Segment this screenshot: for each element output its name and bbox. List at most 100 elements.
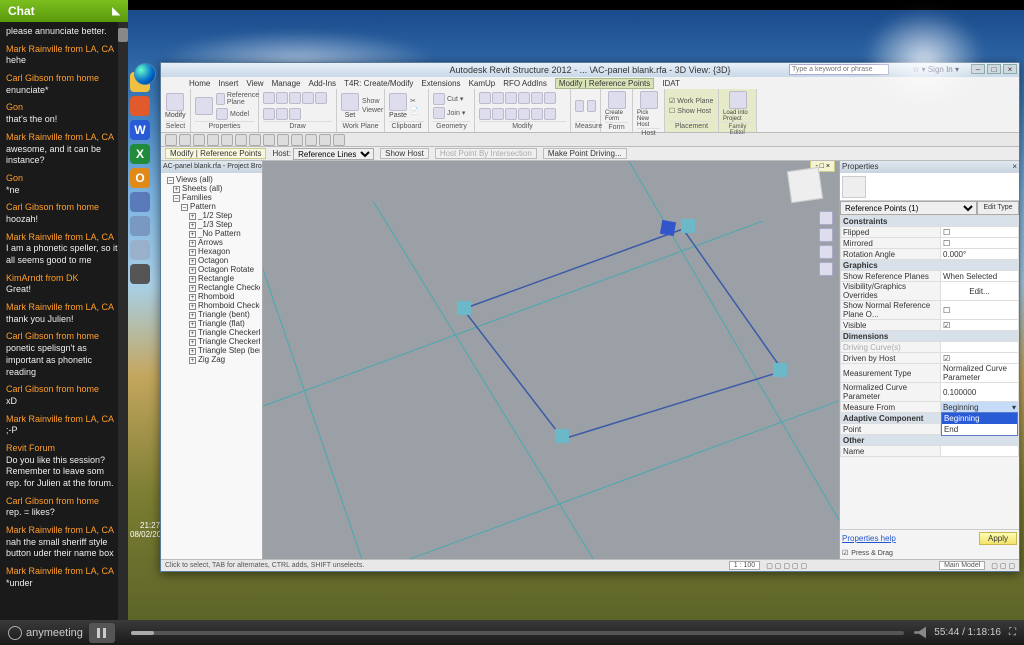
ref-plane-btn[interactable]: Reference Plane <box>216 92 262 106</box>
model-btn[interactable]: Model <box>216 108 262 120</box>
rot-angle-field[interactable]: 0.000° <box>940 249 1018 260</box>
infocenter-search[interactable] <box>789 64 889 75</box>
properties-close-icon[interactable]: × <box>1012 161 1017 173</box>
chat-collapse-icon[interactable]: ◣ <box>112 6 120 17</box>
type-selector[interactable]: Reference Points (1) <box>840 201 977 215</box>
browser-node[interactable]: +Sheets (all) <box>163 184 260 193</box>
showhost-chk[interactable]: ☐ Show Host <box>669 107 713 115</box>
nav-zoom-icon[interactable] <box>819 245 833 259</box>
ribbon-tab[interactable]: View <box>246 79 263 88</box>
browser-node[interactable]: +Triangle Step (bent) <box>163 346 260 355</box>
properties-button[interactable] <box>195 97 213 115</box>
seek-bar[interactable] <box>131 631 904 635</box>
volume-icon[interactable] <box>914 627 926 639</box>
host-select[interactable]: Reference Lines <box>293 148 374 160</box>
visible-check[interactable]: ☑ <box>940 320 1018 331</box>
set-btn[interactable]: Set <box>341 93 359 119</box>
drawing-canvas[interactable]: - □ × <box>263 161 839 559</box>
signin-link[interactable]: ☆ ▾ Sign In ▾ <box>912 63 959 77</box>
revit-titlebar[interactable]: Autodesk Revit Structure 2012 - ... \AC-… <box>161 63 1019 77</box>
draw-tool[interactable] <box>263 92 275 104</box>
ribbon-tab[interactable]: Extensions <box>421 79 460 88</box>
dock-revit-icon[interactable] <box>130 192 150 212</box>
vis-override-button[interactable]: Edit... <box>940 282 1018 301</box>
browser-node[interactable]: +_No Pattern <box>163 229 260 238</box>
measure-from-list[interactable]: Beginning End <box>941 412 1018 436</box>
dock-excel-icon[interactable]: X <box>130 144 150 164</box>
ribbon-tab[interactable]: Add-Ins <box>308 79 336 88</box>
meas-type-select[interactable]: Normalized Curve Parameter <box>940 364 1018 383</box>
browser-node[interactable]: +Arrows <box>163 238 260 247</box>
nav-pan-icon[interactable] <box>819 228 833 242</box>
load-into-project-btn[interactable]: Load into Project <box>723 91 752 122</box>
host-by-intersection-btn[interactable]: Host Point By Intersection <box>435 148 537 159</box>
qat-btn[interactable] <box>165 134 177 146</box>
ribbon-tab[interactable]: Modify | Reference Points <box>555 78 654 89</box>
ncp-field[interactable]: 0.100000 <box>940 383 1018 402</box>
properties-help-link[interactable]: Properties help <box>842 534 896 543</box>
maximize-button[interactable]: □ <box>987 64 1001 74</box>
mirrored-check[interactable]: ☐ <box>940 238 1018 249</box>
minimize-button[interactable]: – <box>971 64 985 74</box>
show-normal-check[interactable]: ☐ <box>940 301 1018 320</box>
modify-button[interactable]: Modify <box>165 93 186 119</box>
chat-scrollbar[interactable] <box>118 22 128 620</box>
close-button[interactable]: × <box>1003 64 1017 74</box>
measure-from-dropdown[interactable]: Beginning▾ Beginning End <box>940 402 1018 413</box>
browser-node[interactable]: +Rectangle <box>163 274 260 283</box>
browser-node[interactable]: +Octagon <box>163 256 260 265</box>
dock-word-icon[interactable]: W <box>130 120 150 140</box>
dock-firefox-icon[interactable] <box>130 96 150 116</box>
driven-check[interactable]: ☑ <box>940 353 1018 364</box>
browser-node[interactable]: +Rectangle Checkerboard <box>163 283 260 292</box>
browser-node[interactable]: +Zig Zag <box>163 355 260 364</box>
browser-node[interactable]: +Triangle Checkerboard (flat <box>163 337 260 346</box>
show-btn[interactable]: Show <box>362 98 383 105</box>
dock-app2-icon[interactable] <box>130 240 150 260</box>
show-host-btn[interactable]: Show Host <box>380 148 429 159</box>
ribbon-tab[interactable]: Insert <box>218 79 238 88</box>
make-point-driving-btn[interactable]: Make Point Driving... <box>543 148 627 159</box>
browser-node[interactable]: +Triangle (bent) <box>163 310 260 319</box>
fullscreen-icon[interactable]: ⛶ <box>1009 627 1016 638</box>
ribbon-tab[interactable]: Manage <box>272 79 301 88</box>
flipped-check[interactable]: ☐ <box>940 227 1018 238</box>
browser-node[interactable]: +Rhomboid <box>163 292 260 301</box>
browser-node[interactable]: –Pattern <box>163 202 260 211</box>
ribbon-tab[interactable]: KamUp <box>469 79 496 88</box>
create-form-btn[interactable]: Create Form <box>605 91 628 122</box>
browser-node[interactable]: –Views (all) <box>163 175 260 184</box>
browser-node[interactable]: +Triangle Checkerboard (bent <box>163 328 260 337</box>
scale-control[interactable]: 1 : 100 <box>729 561 760 570</box>
dock-outlook-icon[interactable]: O <box>130 168 150 188</box>
ribbon-tab[interactable]: RFO AddIns <box>503 79 547 88</box>
show-ref-select[interactable]: When Selected <box>940 271 1018 282</box>
browser-node[interactable]: +Octagon Rotate <box>163 265 260 274</box>
workplane-chk[interactable]: ☑ Work Plane <box>669 97 713 105</box>
cut-geom[interactable]: Cut ▾ <box>433 93 465 105</box>
browser-node[interactable]: +_1/3 Step <box>163 220 260 229</box>
pause-button[interactable] <box>89 623 115 643</box>
browser-node[interactable]: +Triangle (flat) <box>163 319 260 328</box>
ribbon-tab[interactable]: Home <box>189 79 210 88</box>
browser-node[interactable]: +_1/2 Step <box>163 211 260 220</box>
browser-node[interactable]: +Rhomboid Checkerboard <box>163 301 260 310</box>
nav-orbit-icon[interactable] <box>819 262 833 276</box>
project-browser-tree[interactable]: –Views (all)+Sheets (all)–Families–Patte… <box>161 173 262 366</box>
player-brand[interactable]: anymeeting <box>8 626 83 640</box>
apply-button[interactable]: Apply <box>979 532 1017 545</box>
start-orb[interactable] <box>134 63 156 85</box>
ribbon-tab[interactable]: IDAT <box>662 79 680 88</box>
browser-node[interactable]: +Hexagon <box>163 247 260 256</box>
dock-app3-icon[interactable] <box>130 264 150 284</box>
viewer-btn[interactable]: Viewer <box>362 107 383 114</box>
workset-control[interactable]: Main Model <box>939 561 985 570</box>
chat-scroll-thumb[interactable] <box>118 28 128 42</box>
dock-app1-icon[interactable] <box>130 216 150 236</box>
browser-node[interactable]: –Families <box>163 193 260 202</box>
edit-type-button[interactable]: Edit Type <box>977 201 1019 215</box>
ribbon-tab[interactable]: T4R: Create/Modify <box>344 79 413 88</box>
paste-btn[interactable]: Paste <box>389 93 407 119</box>
nav-home-icon[interactable] <box>819 211 833 225</box>
join-geom[interactable]: Join ▾ <box>433 107 465 119</box>
